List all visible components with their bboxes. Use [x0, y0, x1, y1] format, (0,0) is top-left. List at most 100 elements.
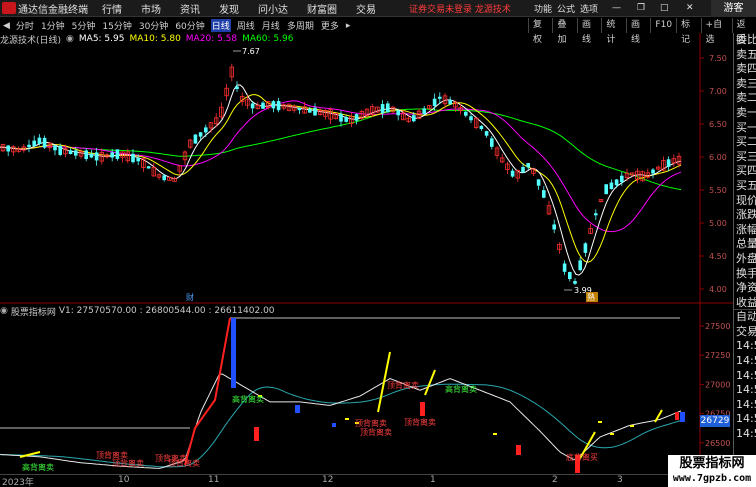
- indicator-rise-red: [184, 317, 231, 466]
- candle-body: [53, 145, 57, 151]
- candle-body: [594, 213, 598, 216]
- candle-body: [110, 152, 114, 158]
- candle-body: [261, 102, 265, 109]
- candle-body: [42, 137, 47, 148]
- candle-body: [308, 108, 312, 113]
- candle-body: [386, 103, 390, 113]
- price-tick-label: 4.00: [709, 285, 727, 294]
- side-panel-row: 买二: [736, 135, 756, 149]
- side-panel-row: 卖一: [736, 105, 756, 119]
- candle-body: [297, 107, 302, 111]
- candle-body: [568, 272, 572, 280]
- side-panel-row: 14:5: [736, 354, 756, 368]
- indicator-dash: [610, 433, 614, 435]
- candle-body: [536, 179, 541, 186]
- side-panel-row: 总量: [736, 237, 756, 251]
- indicator-bar: [332, 423, 336, 427]
- price-tick-label: 4.50: [709, 252, 727, 261]
- signal-dingbei: 顶背离卖: [360, 427, 392, 437]
- x-label-11: 11: [208, 475, 220, 485]
- candle-body: [94, 152, 99, 161]
- candle-body: [479, 125, 484, 129]
- quote-side-panel: 委比 卖五 卖四 卖三 卖二 卖一 买一 买二 买三 买四 买五 现价 涨跌 涨幅 总量 外盘 换手 净资 收益 自动…: [733, 33, 756, 487]
- watermark: 股票指标网 www.7gpzb.com: [668, 455, 756, 487]
- price-tick-label: 6.50: [709, 120, 727, 129]
- candle-body: [27, 144, 31, 148]
- indicator-bar: [231, 318, 236, 388]
- side-panel-row: 委比: [736, 33, 756, 46]
- candle-body: [136, 158, 140, 162]
- candle-body: [583, 243, 588, 253]
- indicator-bar: [420, 402, 425, 416]
- indicator-bar: [680, 412, 685, 422]
- side-panel-row: 现价: [736, 193, 756, 207]
- candle-body: [68, 150, 73, 155]
- side-panel-row: 14:5: [736, 339, 756, 353]
- candle-body: [620, 175, 624, 183]
- candlesticks: [0, 63, 682, 286]
- side-panel-row: 涨幅: [736, 222, 756, 236]
- watermark-title: 股票指标网: [679, 456, 745, 471]
- x-label-3: 3: [617, 475, 623, 485]
- candle-body: [432, 98, 437, 106]
- indicator-rise-yellow: [424, 369, 436, 396]
- side-panel-row: 14:5: [736, 397, 756, 411]
- side-panel-row: 卖三: [736, 76, 756, 90]
- candle-body: [526, 163, 530, 168]
- back-button[interactable]: 返回: [731, 18, 756, 45]
- candle-body: [271, 101, 276, 109]
- signal-dingbei: 顶背离卖: [404, 417, 436, 427]
- candle-body: [6, 145, 10, 152]
- side-panel-row: 净资: [736, 281, 756, 295]
- indicator-tick-label: 27500: [705, 322, 730, 331]
- side-panel-row: 收益: [734, 295, 756, 311]
- candle-body: [131, 153, 135, 163]
- signal-dingbei: 顶背离卖: [387, 380, 419, 390]
- side-panel-row: 买三: [736, 149, 756, 163]
- signal-dingbei: 顶背离卖: [355, 418, 387, 428]
- side-panel-row: 14:5: [736, 383, 756, 397]
- candle-body: [396, 110, 400, 116]
- indicator-signals: 高背离卖顶背离卖顶背离卖顶背离卖顶背离卖高背离卖顶背离卖顶背离卖顶背离卖顶背离卖…: [22, 380, 598, 472]
- indicator-bar: [675, 412, 679, 420]
- side-panel-row: 涨跌: [736, 208, 756, 222]
- x-axis: 2023年 10 11 12 1 2 3: [0, 474, 733, 487]
- candle-body: [115, 149, 120, 159]
- candle-body: [604, 184, 608, 195]
- price-tick-label: 6.00: [709, 153, 727, 162]
- current-indicator-value: 26729: [700, 415, 730, 427]
- chart-canvas[interactable]: 7.67 3.99 7.507.006.506.005.505.004.504.…: [0, 0, 733, 474]
- price-tick-label: 5.00: [709, 219, 727, 228]
- candle-body: [204, 127, 208, 133]
- side-panel-row: 卖五: [736, 47, 756, 61]
- candle-body: [614, 179, 619, 186]
- candle-body: [609, 182, 614, 190]
- candle-body: [422, 108, 426, 115]
- candle-body: [276, 101, 281, 111]
- candle-body: [573, 281, 577, 284]
- candle-body: [162, 175, 166, 181]
- candle-body: [484, 131, 489, 136]
- side-panel-row: 14:5: [736, 427, 756, 441]
- candle-body: [521, 166, 525, 173]
- candle-body: [380, 104, 385, 114]
- event-marker-cai: 财: [186, 292, 194, 302]
- watermark-url: www.7gpzb.com: [672, 473, 752, 484]
- candle-body: [37, 137, 42, 144]
- candle-body: [344, 117, 348, 122]
- side-panel-row: 交易: [736, 324, 756, 338]
- candle-body: [32, 140, 36, 147]
- price-axis: 7.50 7.00 6.50 6.00 5.50 5.00 4.50 4.00: [700, 54, 727, 294]
- indicator-tick-label: 26500: [705, 439, 730, 448]
- price-tick-label: 5.50: [709, 186, 727, 195]
- candle-body: [552, 224, 556, 230]
- candle-body: [578, 260, 582, 271]
- signal-gaobei: 高背离卖: [232, 394, 264, 404]
- signal-gaobei: 高背离卖: [22, 462, 54, 472]
- event-marker-shu: 熟: [587, 292, 595, 302]
- candle-body: [250, 103, 255, 109]
- candle-body: [146, 166, 151, 169]
- signal-gaobei: 高背离卖: [445, 384, 477, 394]
- side-panel-row: 卖二: [736, 91, 756, 105]
- indicator-bar: [254, 427, 259, 441]
